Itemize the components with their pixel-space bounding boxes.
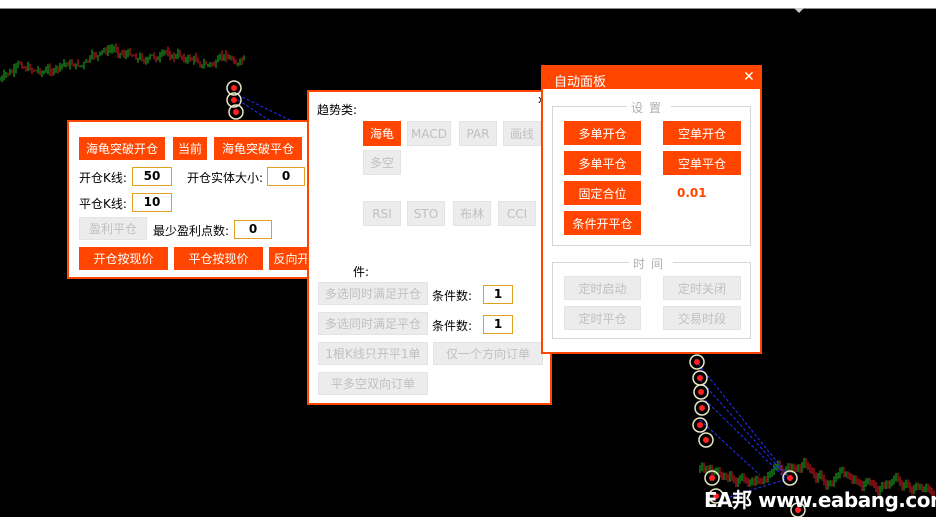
- fixed-lot-button[interactable]: 固定合位: [564, 181, 641, 205]
- auto-panel-header[interactable]: 自动面板 ✕: [543, 67, 760, 90]
- buy-close-button[interactable]: 多单平仓: [564, 151, 641, 175]
- order-marker-dot: [697, 422, 703, 428]
- longshort-button[interactable]: 多空: [363, 150, 401, 175]
- flat-both-directions-button[interactable]: 平多空双向订单: [318, 372, 428, 395]
- min-profit-field[interactable]: 0: [234, 220, 272, 239]
- one-k-one-order-button[interactable]: 1根K线只开平1单: [318, 342, 428, 365]
- close-k-field[interactable]: 10: [132, 193, 172, 212]
- open-k-label: 开仓K线:: [79, 171, 127, 185]
- macd-button[interactable]: MACD: [407, 121, 451, 146]
- close-market-button[interactable]: 平仓按现价: [174, 247, 263, 270]
- order-line: [704, 399, 786, 479]
- open-body-field[interactable]: 0: [267, 167, 305, 186]
- turtle-open-button[interactable]: 海龟突破开仓: [79, 137, 165, 160]
- buy-open-button[interactable]: 多单开仓: [564, 121, 641, 145]
- rsi-button[interactable]: RSI: [363, 201, 401, 226]
- trend-panel: x 趋势类: 海龟 MACD PAR 画线 多空 RSI STO 布林 CCI …: [307, 90, 552, 405]
- condition-label: 件:: [353, 265, 370, 279]
- order-marker-dot: [709, 475, 715, 481]
- drawline-button[interactable]: 画线: [503, 121, 541, 146]
- order-marker-dot: [703, 437, 709, 443]
- order-marker-dot: [231, 85, 237, 91]
- timer-flat-button[interactable]: 定时平仓: [564, 306, 641, 330]
- timer-start-button[interactable]: 定时启动: [564, 276, 641, 300]
- chart-top-bar: [0, 0, 936, 8]
- profit-close-button[interactable]: 盈利平仓: [79, 217, 147, 240]
- min-profit-label: 最少盈利点数:: [153, 224, 230, 238]
- trend-label: 趋势类:: [317, 103, 358, 117]
- sto-button[interactable]: STO: [407, 201, 445, 226]
- close-k-label: 平仓K线:: [79, 197, 127, 211]
- sell-close-button[interactable]: 空单平仓: [663, 151, 741, 175]
- condition-count-label-1: 条件数:: [432, 289, 473, 303]
- order-marker-dot: [697, 375, 703, 381]
- turtle-close-button[interactable]: 海龟突破平仓: [214, 137, 302, 160]
- open-body-label: 开仓实体大小:: [187, 171, 264, 185]
- chart-shift-marker[interactable]: [794, 8, 804, 13]
- time-section-title: 时间: [629, 255, 674, 272]
- order-marker-dot: [233, 109, 239, 115]
- condition-count-label-2: 条件数:: [432, 319, 473, 333]
- cci-button[interactable]: CCI: [498, 201, 536, 226]
- lot-value: 0.01: [677, 186, 707, 200]
- auto-panel-close-icon[interactable]: ✕: [743, 69, 755, 85]
- auto-panel: 自动面板 ✕ 设置 多单开仓 空单开仓 多单平仓 空单平仓 固定合位 0.01 …: [541, 65, 762, 354]
- bollinger-button[interactable]: 布林: [453, 201, 491, 226]
- order-marker-dot: [231, 97, 237, 103]
- par-button[interactable]: PAR: [459, 121, 497, 146]
- turtle-indicator-button[interactable]: 海龟: [363, 121, 401, 146]
- order-marker-dot: [694, 359, 700, 365]
- condition-count-field-1[interactable]: 1: [483, 285, 513, 304]
- order-line: [694, 359, 791, 479]
- multi-open-button[interactable]: 多选同时满足开仓: [318, 282, 428, 305]
- order-marker-dot: [698, 389, 704, 395]
- one-direction-button[interactable]: 仅一个方向订单: [433, 342, 543, 365]
- condition-count-field-2[interactable]: 1: [483, 315, 513, 334]
- settings-section-title: 设置: [627, 99, 672, 116]
- watermark-text: EA邦 www.eabang.com: [704, 488, 936, 512]
- trade-hours-button[interactable]: 交易时段: [663, 306, 741, 330]
- open-k-field[interactable]: 50: [132, 167, 172, 186]
- condition-open-close-button[interactable]: 条件开平仓: [564, 211, 641, 235]
- current-open-button[interactable]: 当前: [173, 137, 207, 160]
- sell-open-button[interactable]: 空单开仓: [663, 121, 741, 145]
- multi-close-button[interactable]: 多选同时满足平仓: [318, 312, 428, 335]
- order-marker-dot: [699, 405, 705, 411]
- order-marker-dot: [787, 475, 793, 481]
- auto-panel-title: 自动面板: [554, 75, 607, 90]
- timer-close-button[interactable]: 定时关闭: [663, 276, 741, 300]
- open-market-button[interactable]: 开仓按现价: [79, 247, 168, 270]
- order-line: [699, 419, 761, 476]
